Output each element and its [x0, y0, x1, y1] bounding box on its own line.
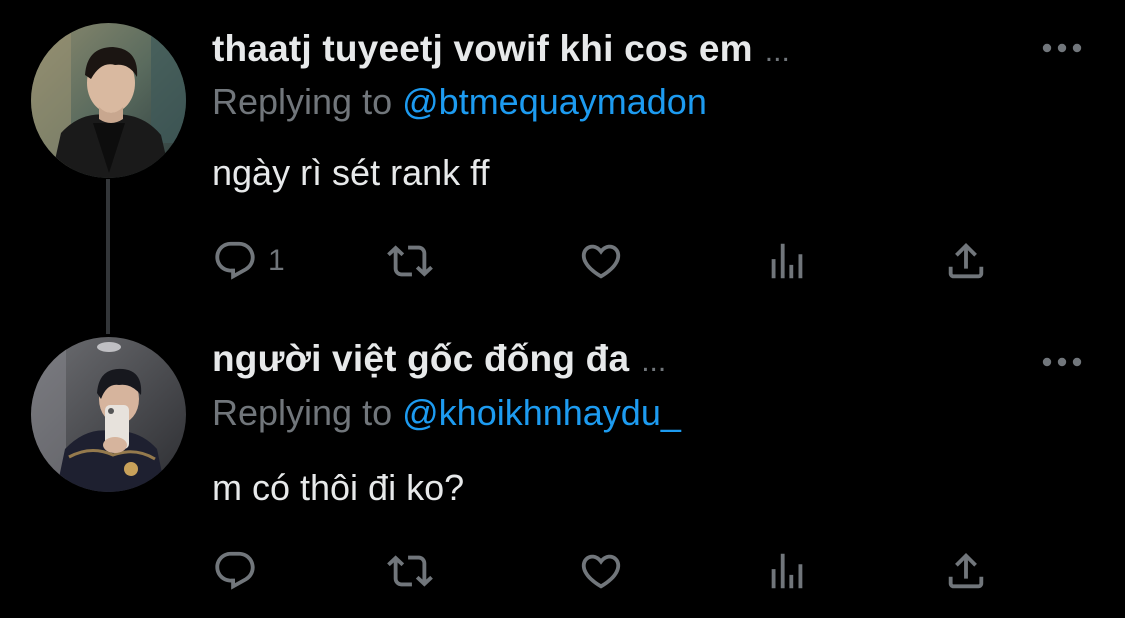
share-button[interactable]	[943, 236, 989, 286]
more-options-button[interactable]	[1040, 36, 1084, 60]
like-button[interactable]	[578, 546, 624, 596]
reply-icon	[215, 241, 255, 280]
like-icon	[581, 554, 621, 589]
share-icon	[948, 552, 984, 589]
like-icon	[581, 244, 621, 279]
replying-to-handle-link[interactable]: @btmequaymadon	[402, 81, 707, 122]
tweet-text: ngày rì sét rank ff	[212, 152, 490, 193]
more-icon	[1042, 357, 1082, 367]
avatar-photo	[31, 23, 186, 178]
name-truncation-ellipsis: ...	[641, 345, 667, 378]
tweet[interactable]: người việt gốc đống đa ... Replying to @…	[0, 310, 1125, 618]
tweet[interactable]: thaatj tuyeetj vowif khi cos em ... Repl…	[0, 0, 1125, 310]
reply-icon	[215, 551, 255, 590]
views-icon	[771, 243, 803, 279]
views-button[interactable]	[764, 236, 810, 286]
share-button[interactable]	[943, 546, 989, 596]
avatar[interactable]	[31, 337, 186, 492]
avatar-photo	[31, 337, 186, 492]
reply-count: 1	[268, 244, 285, 277]
replying-to-line: Replying to @khoikhnhaydu_	[212, 392, 681, 434]
retweet-button[interactable]	[387, 546, 433, 596]
more-icon	[1042, 43, 1082, 53]
share-icon	[948, 242, 984, 279]
replying-to-label: Replying to	[212, 81, 393, 122]
more-options-button[interactable]	[1040, 350, 1084, 374]
author-display-name[interactable]: người việt gốc đống đa	[212, 338, 629, 380]
views-icon	[771, 553, 803, 589]
avatar[interactable]	[31, 23, 186, 178]
author-name-row[interactable]: thaatj tuyeetj vowif khi cos em ...	[212, 28, 790, 70]
tweet-action-bar: 1	[212, 236, 992, 286]
author-display-name[interactable]: thaatj tuyeetj vowif khi cos em	[212, 28, 753, 70]
author-name-row[interactable]: người việt gốc đống đa ...	[212, 338, 666, 380]
views-button[interactable]	[764, 546, 810, 596]
like-button[interactable]	[578, 236, 624, 286]
retweet-button[interactable]	[387, 236, 433, 286]
retweet-icon	[387, 555, 433, 587]
reply-button[interactable]: 1	[212, 236, 285, 286]
replying-to-line: Replying to @btmequaymadon	[212, 81, 707, 123]
tweet-action-bar	[212, 546, 992, 596]
name-truncation-ellipsis: ...	[764, 35, 790, 68]
tweet-text: m có thôi đi ko?	[212, 467, 465, 508]
retweet-icon	[387, 245, 433, 277]
replying-to-label: Replying to	[212, 392, 393, 433]
replying-to-handle-link[interactable]: @khoikhnhaydu_	[402, 392, 681, 433]
reply-button[interactable]	[212, 546, 258, 596]
